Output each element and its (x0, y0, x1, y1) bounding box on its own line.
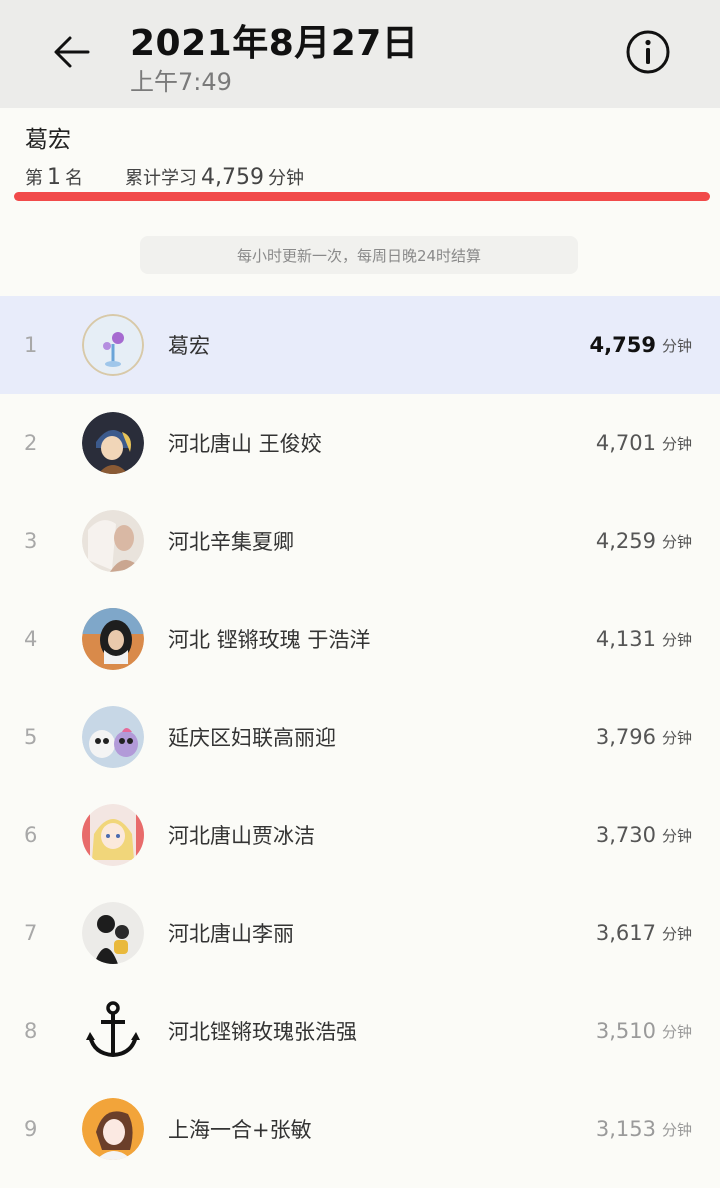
score-value: 3,617 (595, 921, 656, 945)
score-value: 4,701 (595, 431, 656, 455)
rank-prefix: 第 (25, 168, 43, 189)
avatar (82, 1098, 144, 1160)
avatar (82, 902, 144, 964)
score: 4,259 分钟 (596, 492, 692, 590)
rank-number: 4 (24, 627, 38, 651)
leaderboard-row[interactable]: 9 上海一合+张敏 3,153 分钟 (0, 1080, 720, 1178)
rank-number: 6 (24, 823, 38, 847)
info-button[interactable] (622, 26, 674, 78)
arrow-left-icon (54, 36, 90, 68)
score-unit: 分钟 (661, 630, 692, 649)
avatar (82, 412, 144, 474)
rank-number: 8 (24, 1019, 38, 1043)
user-name: 上海一合+张敏 (168, 1118, 312, 1142)
avatar (82, 804, 144, 866)
rank-number: 3 (24, 529, 38, 553)
user-name: 河北唐山贾冰洁 (168, 824, 315, 848)
user-name: 河北唐山 王俊姣 (168, 432, 322, 456)
back-button[interactable] (44, 24, 100, 80)
avatar (82, 608, 144, 670)
score: 4,131 分钟 (596, 590, 692, 688)
avatar (82, 1000, 144, 1062)
score-unit: 分钟 (661, 434, 692, 453)
my-total: 4,759 (201, 165, 264, 190)
my-stats: 第 1 名 累计学习 4,759 分钟 (25, 164, 304, 190)
score-value: 3,510 (595, 1019, 656, 1043)
user-name: 延庆区妇联高丽迎 (168, 726, 336, 750)
highlight-underline (14, 192, 710, 201)
leaderboard-list: 1 葛宏 4,759 分钟 2 河北唐山 王俊姣 4,701 分钟 3 河北辛集… (0, 296, 720, 1178)
total-unit: 分钟 (267, 168, 304, 189)
user-name: 河北唐山李丽 (168, 922, 294, 946)
leaderboard-row[interactable]: 7 河北唐山李丽 3,617 分钟 (0, 884, 720, 982)
score: 4,701 分钟 (596, 394, 692, 492)
leaderboard-row[interactable]: 5 延庆区妇联高丽迎 3,796 分钟 (0, 688, 720, 786)
anchor-icon (86, 1001, 140, 1058)
score-unit: 分钟 (661, 336, 692, 355)
user-name: 河北 铿锵玫瑰 于浩洋 (168, 628, 371, 652)
page-time: 上午7:49 (130, 68, 232, 96)
rank-number: 9 (24, 1117, 38, 1141)
score-value: 4,259 (595, 529, 656, 553)
rank-number: 2 (24, 431, 38, 455)
avatar (82, 706, 144, 768)
avatar (82, 510, 144, 572)
score-unit: 分钟 (661, 826, 692, 845)
rank-suffix: 名 (65, 168, 83, 189)
score-value: 4,759 (589, 333, 656, 357)
leaderboard-row[interactable]: 2 河北唐山 王俊姣 4,701 分钟 (0, 394, 720, 492)
leaderboard-row[interactable]: 3 河北辛集夏卿 4,259 分钟 (0, 492, 720, 590)
leaderboard-row[interactable]: 6 河北唐山贾冰洁 3,730 分钟 (0, 786, 720, 884)
leaderboard-row[interactable]: 1 葛宏 4,759 分钟 (0, 296, 720, 394)
score-value: 3,796 (595, 725, 656, 749)
leaderboard-row[interactable]: 8 河北铿锵玫瑰张浩强 3,510 分钟 (0, 982, 720, 1080)
score: 3,510 分钟 (596, 982, 692, 1080)
leaderboard-row[interactable]: 4 河北 铿锵玫瑰 于浩洋 4,131 分钟 (0, 590, 720, 688)
my-rank: 1 (47, 165, 61, 190)
user-name: 河北辛集夏卿 (168, 530, 294, 554)
score-value: 4,131 (595, 627, 656, 651)
rank-number: 1 (24, 333, 38, 357)
score: 3,730 分钟 (596, 786, 692, 884)
score-unit: 分钟 (661, 728, 692, 747)
total-label: 累计学习 (125, 168, 197, 189)
avatar (82, 314, 144, 376)
rank-number: 7 (24, 921, 38, 945)
my-name: 葛宏 (25, 127, 71, 153)
user-name: 河北铿锵玫瑰张浩强 (168, 1020, 357, 1044)
info-circle-icon (626, 30, 670, 74)
score: 4,759 分钟 (590, 296, 692, 394)
score: 3,617 分钟 (596, 884, 692, 982)
user-name: 葛宏 (168, 334, 210, 358)
update-notice: 每小时更新一次，每周日晚24时结算 (140, 236, 578, 274)
rank-number: 5 (24, 725, 38, 749)
score-value: 3,153 (595, 1117, 656, 1141)
score-unit: 分钟 (661, 1120, 692, 1139)
score-unit: 分钟 (661, 924, 692, 943)
score-unit: 分钟 (661, 532, 692, 551)
score: 3,153 分钟 (596, 1080, 692, 1178)
score: 3,796 分钟 (596, 688, 692, 786)
score-unit: 分钟 (661, 1022, 692, 1041)
score-value: 3,730 (595, 823, 656, 847)
top-bar: 2021年8月27日 上午7:49 (0, 0, 720, 108)
page-title: 2021年8月27日 (130, 23, 419, 64)
